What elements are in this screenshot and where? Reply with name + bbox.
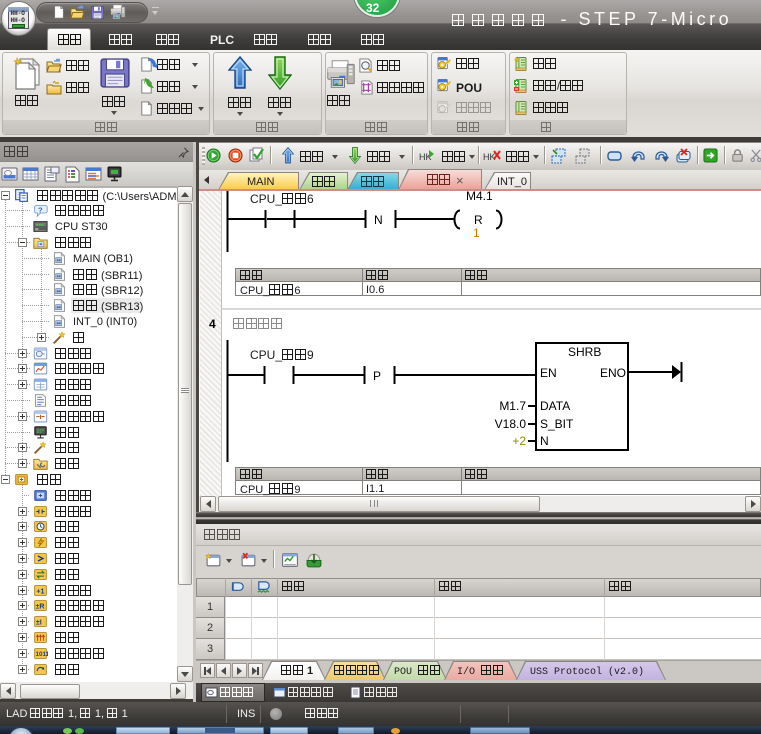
svg-text:EN: EN [540, 366, 557, 380]
svg-text:M1.7: M1.7 [499, 399, 526, 413]
svg-text:N: N [374, 213, 383, 227]
svg-text:ENO: ENO [600, 366, 626, 380]
svg-text:N: N [540, 434, 549, 448]
svg-text:P: P [373, 369, 381, 383]
svg-text:SHRB: SHRB [568, 345, 601, 359]
svg-text:S_BIT: S_BIT [540, 417, 574, 431]
svg-text:DATA: DATA [540, 399, 570, 413]
svg-text:+2: +2 [512, 434, 526, 448]
svg-text:1: 1 [473, 226, 480, 240]
svg-text:M4.1: M4.1 [466, 191, 493, 203]
svg-text:V18.0: V18.0 [495, 417, 527, 431]
svg-text:R: R [474, 213, 483, 227]
svg-text:4: 4 [209, 317, 216, 331]
